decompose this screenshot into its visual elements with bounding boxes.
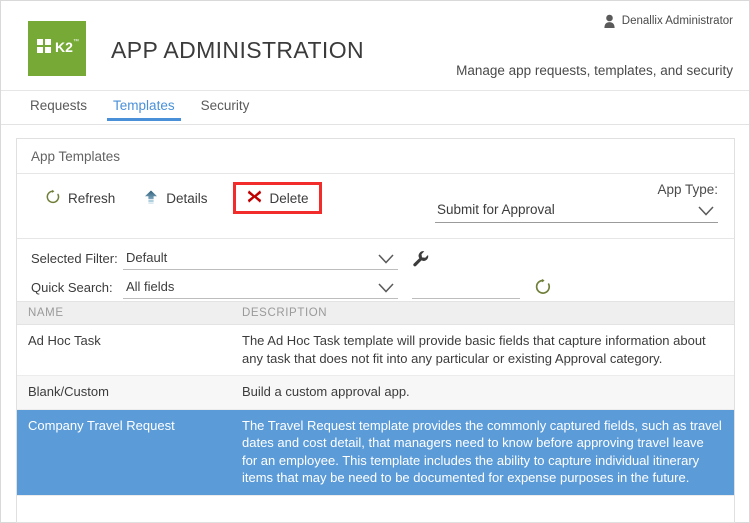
panel-title: App Templates: [31, 149, 120, 164]
app-type-value: Submit for Approval: [437, 202, 555, 217]
cell-description: The Travel Request template provides the…: [239, 417, 735, 487]
templates-table: NAME DESCRIPTION Ad Hoc Task The Ad Hoc …: [17, 301, 735, 496]
app-templates-panel: App Templates Refresh: [16, 138, 735, 523]
logo-text: K2: [55, 40, 73, 55]
app-type-dropdown[interactable]: Submit for Approval: [435, 200, 718, 223]
column-header-description[interactable]: DESCRIPTION: [239, 307, 735, 319]
tab-security[interactable]: Security: [188, 92, 263, 121]
cell-description: Build a custom approval app.: [239, 383, 735, 401]
cell-description: The Ad Hoc Task template will provide ba…: [239, 332, 735, 367]
logo-square-icon: [45, 47, 51, 53]
column-header-name[interactable]: NAME: [17, 307, 239, 319]
cell-name: Ad Hoc Task: [17, 332, 239, 367]
panel-header: App Templates: [17, 139, 734, 174]
logo-square-icon: [37, 47, 43, 53]
chevron-down-icon: [377, 281, 395, 293]
selected-filter-value: Default: [126, 250, 167, 265]
refresh-button[interactable]: Refresh: [37, 183, 123, 214]
page-title: APP ADMINISTRATION: [111, 37, 364, 64]
user-account[interactable]: Denallix Administrator: [603, 14, 733, 28]
toolbar-buttons: Refresh: [37, 182, 322, 214]
page-header: K2 ™ APP ADMINISTRATION Denallix Adminis…: [1, 1, 749, 91]
user-name: Denallix Administrator: [622, 15, 733, 27]
quick-search-dropdown[interactable]: All fields: [123, 277, 398, 299]
details-label: Details: [166, 191, 207, 206]
search-input[interactable]: [412, 277, 520, 299]
app-root: K2 ™ APP ADMINISTRATION Denallix Adminis…: [0, 0, 750, 523]
user-icon: [603, 14, 616, 28]
page-subtitle: Manage app requests, templates, and secu…: [456, 63, 733, 78]
wrench-icon[interactable]: [412, 250, 430, 268]
tab-templates[interactable]: Templates: [100, 92, 188, 121]
table-header-row: NAME DESCRIPTION: [17, 301, 735, 325]
selected-filter-dropdown[interactable]: Default: [123, 248, 398, 270]
table-row[interactable]: Ad Hoc Task The Ad Hoc Task template wil…: [17, 325, 735, 376]
logo-square-icon: [37, 39, 43, 45]
selected-filter-row: Selected Filter: Default: [31, 245, 734, 272]
quick-search-value: All fields: [126, 279, 174, 294]
cell-name: Company Travel Request: [17, 417, 239, 487]
details-button[interactable]: Details: [135, 183, 215, 214]
tab-requests[interactable]: Requests: [17, 92, 100, 121]
chevron-down-icon: [377, 252, 395, 264]
quick-search-label: Quick Search:: [31, 280, 123, 295]
refresh-icon: [45, 189, 61, 208]
tab-bar: Requests Templates Security: [1, 92, 749, 125]
filter-bar: Selected Filter: Default Quick Se: [17, 239, 734, 301]
logo-square-icon: [45, 39, 51, 45]
quick-search-row: Quick Search: All fields: [31, 274, 734, 301]
toolbar: Refresh: [17, 174, 734, 239]
app-type-filter: App Type: Submit for Approval: [428, 182, 718, 223]
app-type-label: App Type:: [428, 182, 718, 197]
delete-label: Delete: [270, 191, 309, 206]
logo-trademark-icon: ™: [73, 39, 79, 45]
x-icon: [246, 188, 263, 208]
table-row-selected[interactable]: Company Travel Request The Travel Reques…: [17, 410, 735, 496]
upload-arrow-icon: [143, 189, 159, 208]
table-row[interactable]: Blank/Custom Build a custom approval app…: [17, 376, 735, 410]
refresh-label: Refresh: [68, 191, 115, 206]
cell-name: Blank/Custom: [17, 383, 239, 401]
k2-logo: K2 ™: [28, 21, 86, 76]
search-refresh-icon[interactable]: [534, 278, 554, 298]
chevron-down-icon: [697, 204, 715, 216]
selected-filter-label: Selected Filter:: [31, 251, 123, 266]
delete-button[interactable]: Delete: [233, 182, 322, 214]
k2-logo-mark: K2 ™: [37, 39, 77, 59]
